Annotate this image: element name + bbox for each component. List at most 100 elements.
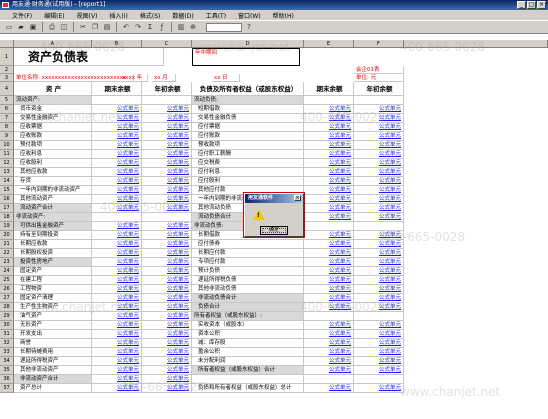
formula-cell[interactable]: 公式单元: [142, 366, 192, 375]
new-file-icon[interactable]: ▭: [4, 22, 14, 32]
formula-cell[interactable]: 公式单元: [354, 339, 404, 348]
formula-cell[interactable]: 公式单元: [304, 114, 354, 123]
empty-cell[interactable]: [142, 213, 192, 222]
row-header[interactable]: 14: [0, 177, 14, 186]
column-header-C[interactable]: C: [142, 40, 192, 48]
formula-cell[interactable]: 公式单元: [92, 141, 142, 150]
formula-cell[interactable]: 公式单元: [304, 330, 354, 339]
table-header-1[interactable]: 期末余额: [92, 82, 142, 96]
asset-label[interactable]: 流动资产:: [14, 96, 92, 105]
formula-cell[interactable]: 公式单元: [142, 258, 192, 267]
asset-label[interactable]: 投资性房地产: [14, 258, 92, 267]
column-header-F[interactable]: F: [354, 40, 404, 48]
formula-cell[interactable]: 公式单元: [304, 141, 354, 150]
liability-label[interactable]: 短期借款: [192, 105, 304, 114]
day-label[interactable]: xx 日: [212, 74, 240, 82]
formula-cell[interactable]: 公式单元: [304, 285, 354, 294]
formula-cell[interactable]: 公式单元: [354, 195, 404, 204]
formula-cell[interactable]: 公式单元: [142, 168, 192, 177]
function-icon[interactable]: ƒ: [157, 22, 167, 32]
formula-cell[interactable]: 公式单元: [142, 267, 192, 276]
row-header[interactable]: 16: [0, 195, 14, 204]
row-header[interactable]: 37: [0, 384, 14, 393]
menu-item[interactable]: 编辑(E): [42, 11, 66, 20]
row-header[interactable]: 31: [0, 330, 14, 339]
formula-cell[interactable]: 公式单元: [354, 258, 404, 267]
row-header[interactable]: 21: [0, 240, 14, 249]
menu-item[interactable]: 帮助(H): [271, 11, 296, 20]
formula-cell[interactable]: 公式单元: [92, 267, 142, 276]
row-header[interactable]: 22: [0, 249, 14, 258]
asset-label[interactable]: 一年内到期的非流动资产: [14, 186, 92, 195]
asset-label[interactable]: 应收账款: [14, 132, 92, 141]
row-header[interactable]: 9: [0, 132, 14, 141]
row-header[interactable]: 34: [0, 357, 14, 366]
formula-cell[interactable]: 公式单元: [354, 141, 404, 150]
formula-cell[interactable]: 公式单元: [304, 339, 354, 348]
liability-label[interactable]: 应付票据: [192, 123, 304, 132]
row-header[interactable]: 2: [0, 66, 14, 74]
formula-cell[interactable]: 公式单元: [354, 294, 404, 303]
asset-label[interactable]: 存货: [14, 177, 92, 186]
formula-cell[interactable]: 公式单元: [304, 213, 354, 222]
row-header[interactable]: 4: [0, 82, 14, 96]
formula-cell[interactable]: 公式单元: [142, 357, 192, 366]
asset-label[interactable]: 其他非流动资产: [14, 366, 92, 375]
formula-cell[interactable]: 公式单元: [142, 330, 192, 339]
formula-cell[interactable]: 公式单元: [92, 177, 142, 186]
liability-label[interactable]: 所有者权益（或股东权益）:: [192, 312, 304, 321]
formula-cell[interactable]: 公式单元: [304, 159, 354, 168]
formula-cell[interactable]: 公式单元: [92, 285, 142, 294]
menu-item[interactable]: 格式(S): [138, 11, 163, 20]
row-header[interactable]: 36: [0, 375, 14, 384]
row-header[interactable]: 23: [0, 258, 14, 267]
liability-label[interactable]: 应付利息: [192, 168, 304, 177]
formula-cell[interactable]: 公式单元: [92, 168, 142, 177]
empty-cell[interactable]: [304, 312, 354, 321]
formula-cell[interactable]: 公式单元: [142, 114, 192, 123]
empty-cell[interactable]: [304, 375, 354, 384]
formula-cell[interactable]: 公式单元: [304, 249, 354, 258]
empty-cell[interactable]: [92, 96, 142, 105]
liability-label[interactable]: 负债和所有者权益（或股东权益）总计: [192, 384, 304, 393]
menu-item[interactable]: 窗口(W): [236, 11, 263, 20]
asset-label[interactable]: 其他应收款: [14, 168, 92, 177]
row-header[interactable]: 25: [0, 276, 14, 285]
save-icon[interactable]: ▣: [28, 22, 38, 32]
liability-label[interactable]: 应付债券: [192, 240, 304, 249]
liability-label[interactable]: 实收资本（或股本）: [192, 321, 304, 330]
print-icon[interactable]: ⎙: [47, 22, 57, 32]
paste-icon[interactable]: ▤: [102, 22, 112, 32]
row-header[interactable]: 11: [0, 150, 14, 159]
asset-label[interactable]: 无形资产: [14, 321, 92, 330]
formula-cell[interactable]: 公式单元: [92, 204, 142, 213]
year-label[interactable]: xxxx 年: [120, 74, 148, 82]
formula-cell[interactable]: 公式单元: [92, 357, 142, 366]
liability-label[interactable]: 应付职工薪酬: [192, 150, 304, 159]
row-header[interactable]: 17: [0, 204, 14, 213]
preview-icon[interactable]: ◫: [59, 22, 69, 32]
liability-label[interactable]: 非流动负债合计: [192, 294, 304, 303]
asset-label[interactable]: 固定资产清理: [14, 294, 92, 303]
formula-cell[interactable]: 公式单元: [304, 105, 354, 114]
formula-cell[interactable]: 公式单元: [142, 285, 192, 294]
liability-label[interactable]: 专项应付款: [192, 258, 304, 267]
formula-cell[interactable]: 公式单元: [142, 249, 192, 258]
formula-cell[interactable]: 公式单元: [92, 231, 142, 240]
formula-cell[interactable]: 公式单元: [354, 330, 404, 339]
formula-cell[interactable]: 公式单元: [142, 276, 192, 285]
liability-label[interactable]: 资本公积: [192, 330, 304, 339]
formula-cell[interactable]: 公式单元: [354, 105, 404, 114]
row-header[interactable]: 10: [0, 141, 14, 150]
table-header-0[interactable]: 资 产: [14, 82, 92, 96]
liability-label[interactable]: 所有者权益（或股东权益）合计: [192, 366, 304, 375]
formula-cell[interactable]: 公式单元: [354, 249, 404, 258]
column-header-B[interactable]: B: [92, 40, 142, 48]
row-header[interactable]: 33: [0, 348, 14, 357]
liability-label[interactable]: 负债合计: [192, 303, 304, 312]
sum-icon[interactable]: Σ: [145, 22, 155, 32]
formula-cell[interactable]: 公式单元: [354, 123, 404, 132]
row-header[interactable]: 1: [0, 48, 14, 66]
row-header[interactable]: 18: [0, 213, 14, 222]
formula-cell[interactable]: 公式单元: [142, 105, 192, 114]
